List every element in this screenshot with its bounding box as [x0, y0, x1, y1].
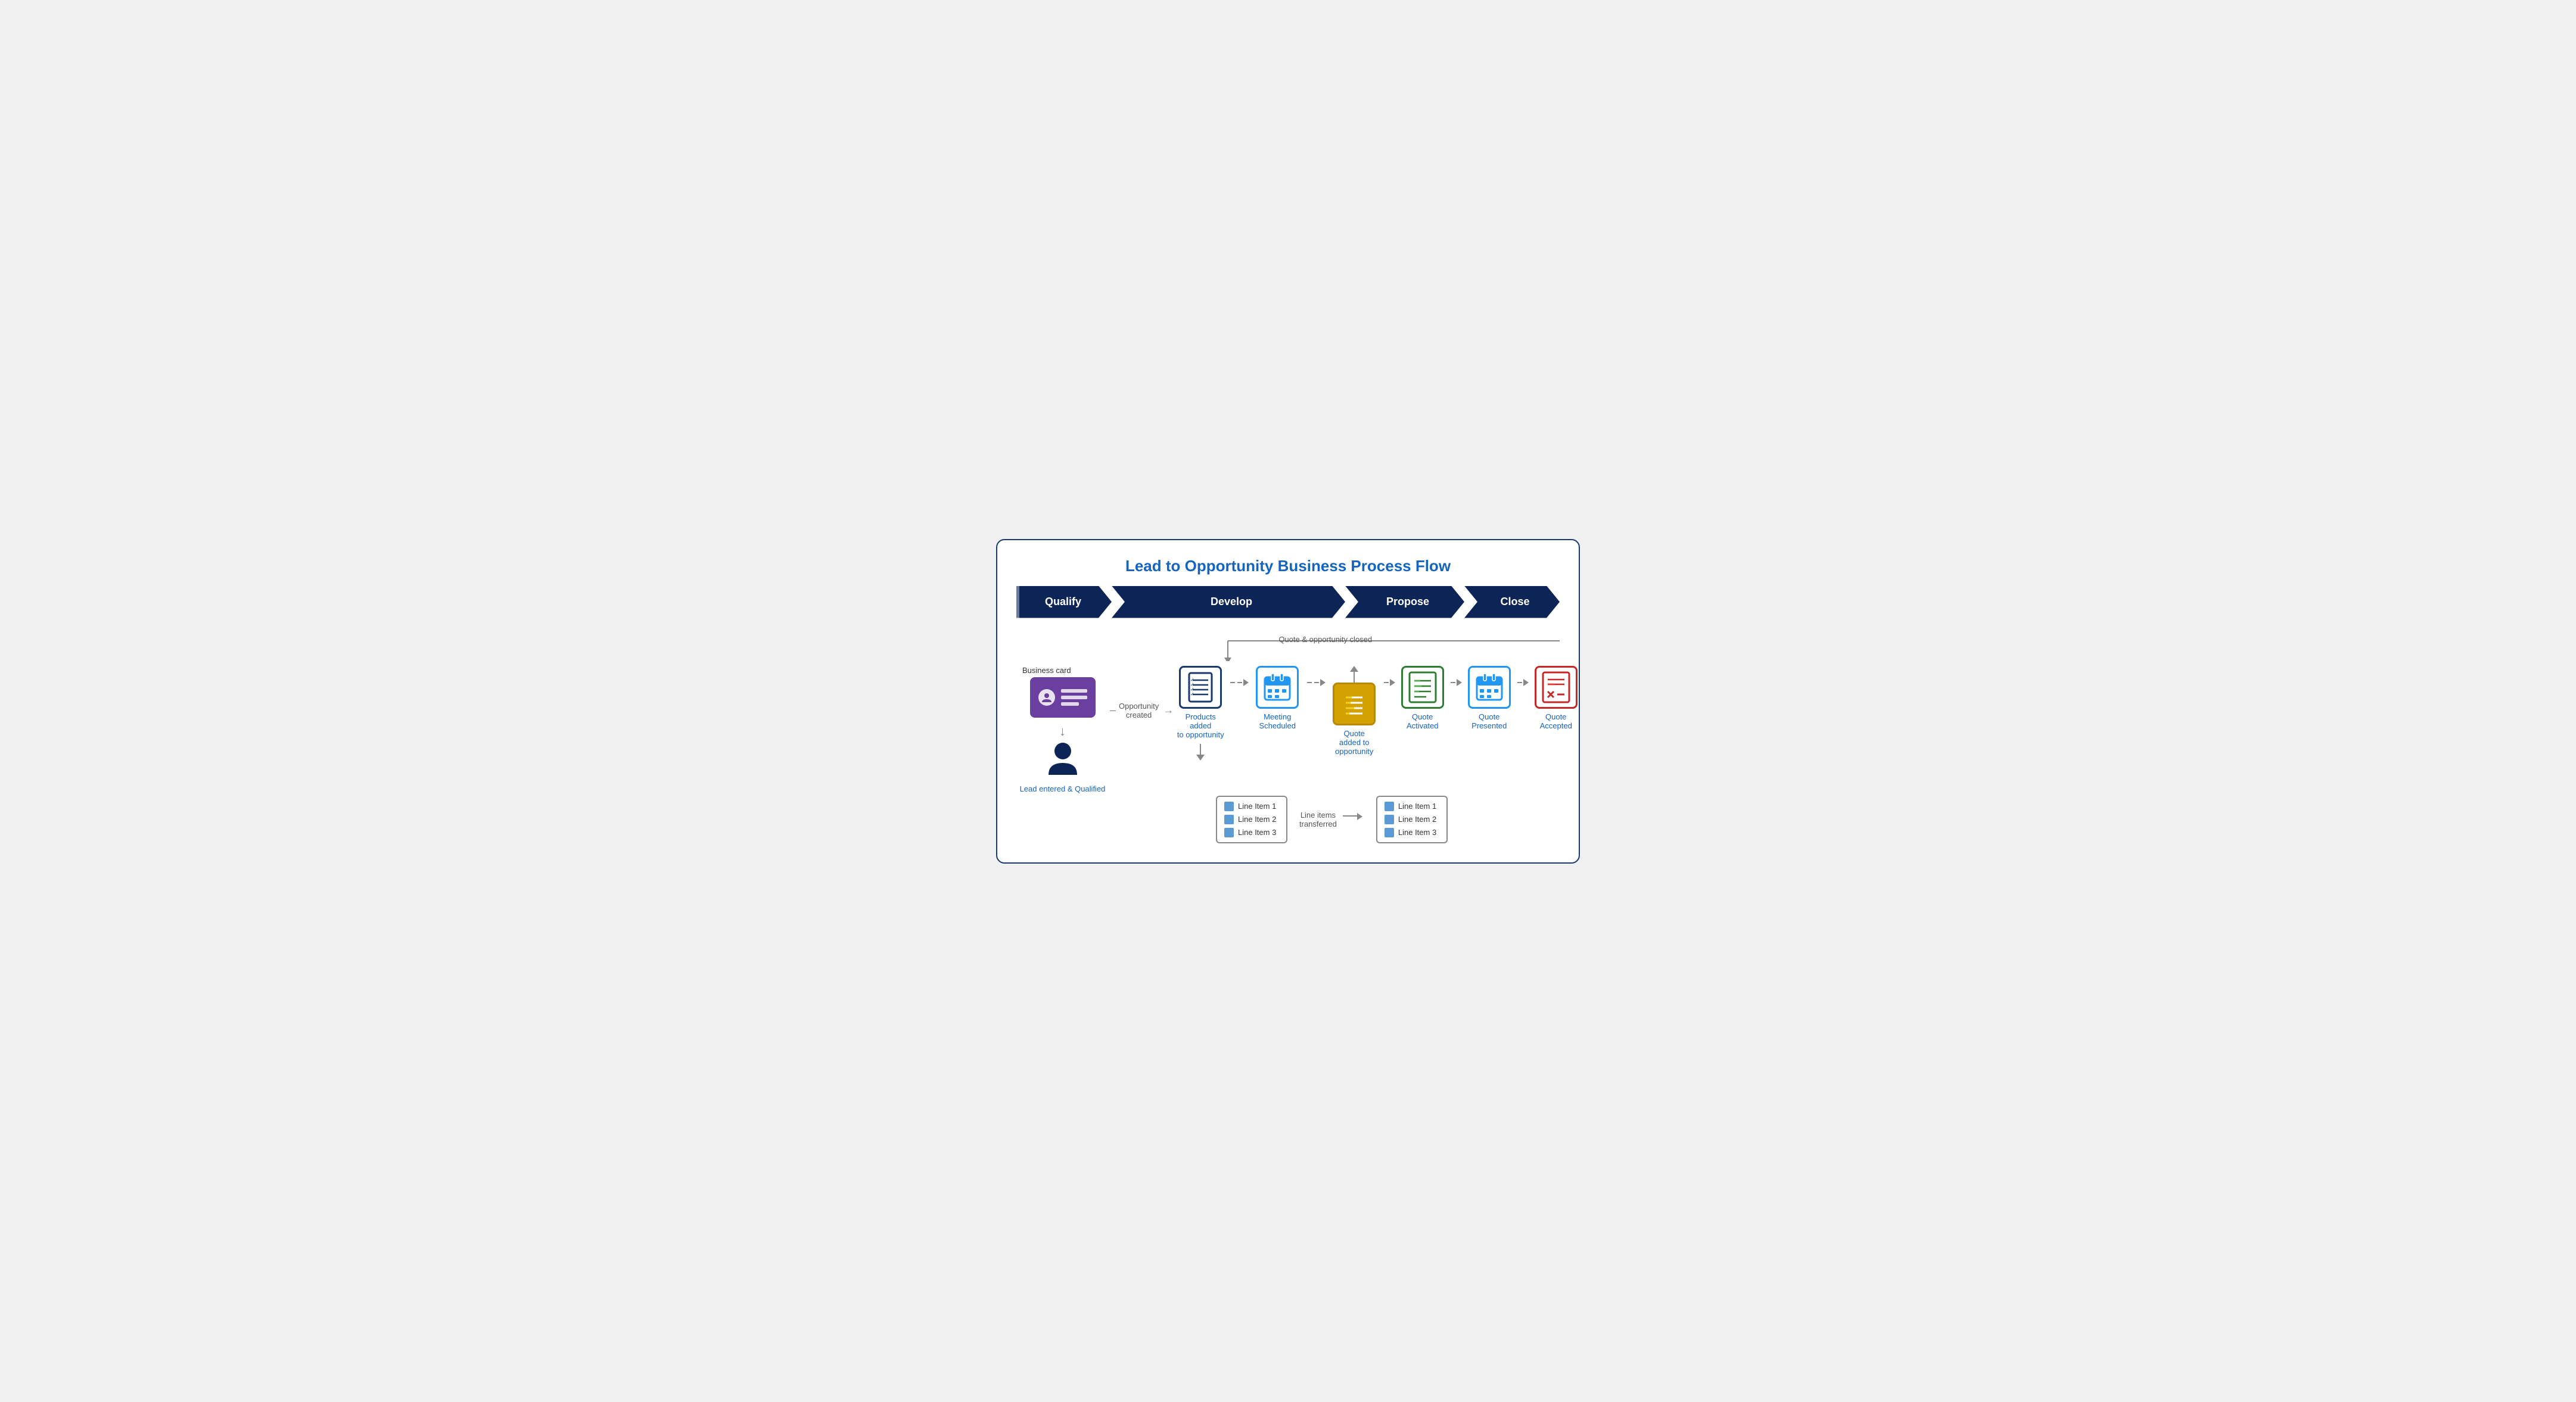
biz-card-lines [1061, 689, 1087, 706]
quote-lineitem-3: Line Item 3 [1385, 828, 1439, 837]
lead-person-icon [1046, 740, 1079, 782]
diagram-title: Lead to Opportunity Business Process Flo… [1016, 557, 1560, 575]
calendar2-svg [1475, 672, 1504, 702]
lead-column: Business card ↓ [1016, 666, 1109, 793]
quote-red-svg [1542, 671, 1570, 703]
svg-text:✓: ✓ [1190, 691, 1194, 697]
products-down-line [1200, 744, 1201, 755]
node-presented: QuotePresented [1464, 666, 1514, 730]
opp-created-connector: – Opportunity created → [1110, 702, 1174, 719]
biz-card-line-2 [1061, 696, 1087, 699]
quote-lineitems-box: Line Item 1 Line Item 2 Line Item 3 [1376, 796, 1448, 843]
products-label: Products addedto opportunity [1174, 712, 1227, 739]
activated-icon [1401, 666, 1444, 709]
phase-develop: Develop [1112, 586, 1345, 618]
node-products: ✓ ✓ ✓ ✓ Products addedto opportunity [1174, 666, 1227, 761]
biz-card-label: Business card [1022, 666, 1071, 675]
person-silhouette [1041, 691, 1053, 703]
quote-green-svg [1408, 671, 1437, 703]
meeting-label: MeetingScheduled [1259, 712, 1295, 730]
transfer-arrow [1343, 815, 1361, 824]
quote-li-sq-2 [1385, 815, 1394, 824]
phase-propose: Propose [1345, 586, 1464, 618]
biz-to-lead-arrow: ↓ [1059, 725, 1066, 738]
quote-icon [1333, 683, 1376, 725]
quote-label: Quoteadded toopportunity [1335, 729, 1373, 756]
transfer-label: Line itemstransferred [1293, 811, 1343, 828]
presented-label: QuotePresented [1471, 712, 1507, 730]
quote-gold-svg [1340, 688, 1368, 720]
quote-li-sq-3 [1385, 828, 1394, 837]
biz-card-avatar [1038, 689, 1055, 706]
phase-qualify: Qualify [1016, 586, 1112, 618]
phases-row: Qualify Develop Propose Close [1016, 586, 1560, 618]
transfer-arrowhead [1357, 813, 1362, 820]
quote-lineitem-2: Line Item 2 [1385, 815, 1439, 824]
node-meeting: MeetingScheduled [1250, 666, 1304, 730]
h-conn-3 [1381, 679, 1397, 686]
quote-up-arrow [1350, 666, 1358, 672]
accepted-icon [1535, 666, 1578, 709]
opp-lineitem-2: Line Item 2 [1224, 815, 1279, 824]
products-down-arrow [1196, 755, 1205, 761]
h-conn-1 [1227, 679, 1250, 686]
node-quote: Quoteadded toopportunity [1327, 666, 1381, 756]
feedback-label: Quote & opportunity closed [1278, 635, 1372, 644]
transfer-connector: Line itemstransferred [1287, 811, 1367, 828]
quote-li-sq-1 [1385, 802, 1394, 811]
quote-up-line [1354, 672, 1355, 683]
lead-label: Lead entered & Qualified [1020, 784, 1106, 793]
h-conn-2 [1304, 679, 1327, 686]
opp-li-sq-1 [1224, 802, 1234, 811]
dash-line: – [1110, 704, 1115, 716]
diagram-container: Lead to Opportunity Business Process Flo… [996, 539, 1580, 864]
products-icon: ✓ ✓ ✓ ✓ [1179, 666, 1222, 709]
node-accepted: QuoteAccepted [1530, 666, 1581, 730]
h-conn-4 [1448, 679, 1464, 686]
biz-card-icon [1030, 677, 1096, 718]
activated-label: QuoteActivated [1407, 712, 1438, 730]
h-conn-5 [1514, 679, 1530, 686]
accepted-label: QuoteAccepted [1540, 712, 1572, 730]
opp-lineitem-1: Line Item 1 [1224, 802, 1279, 811]
feedback-row: Quote & opportunity closed [1016, 635, 1560, 661]
opp-li-sq-3 [1224, 828, 1234, 837]
opp-li-sq-2 [1224, 815, 1234, 824]
calendar-svg [1263, 672, 1292, 702]
opp-created-label: Opportunity created [1119, 702, 1159, 719]
nodes-row: ✓ ✓ ✓ ✓ Products addedto opportunity [1174, 666, 1581, 761]
opp-arrow: → [1163, 704, 1174, 716]
lead-person-svg [1046, 740, 1079, 777]
checklist-svg: ✓ ✓ ✓ ✓ [1187, 672, 1214, 703]
phase-close: Close [1464, 586, 1560, 618]
main-row: Business card ↓ [1016, 666, 1560, 793]
presented-icon [1468, 666, 1511, 709]
biz-card-line-3 [1061, 702, 1079, 706]
quote-lineitem-1: Line Item 1 [1385, 802, 1439, 811]
lineitems-row: Line Item 1 Line Item 2 Line Item 3 Line… [1216, 796, 1560, 843]
opp-lineitems-box: Line Item 1 Line Item 2 Line Item 3 [1216, 796, 1287, 843]
meeting-icon [1256, 666, 1299, 709]
node-activated: QuoteActivated [1397, 666, 1448, 730]
opp-lineitem-3: Line Item 3 [1224, 828, 1279, 837]
biz-card-line-1 [1061, 689, 1087, 693]
